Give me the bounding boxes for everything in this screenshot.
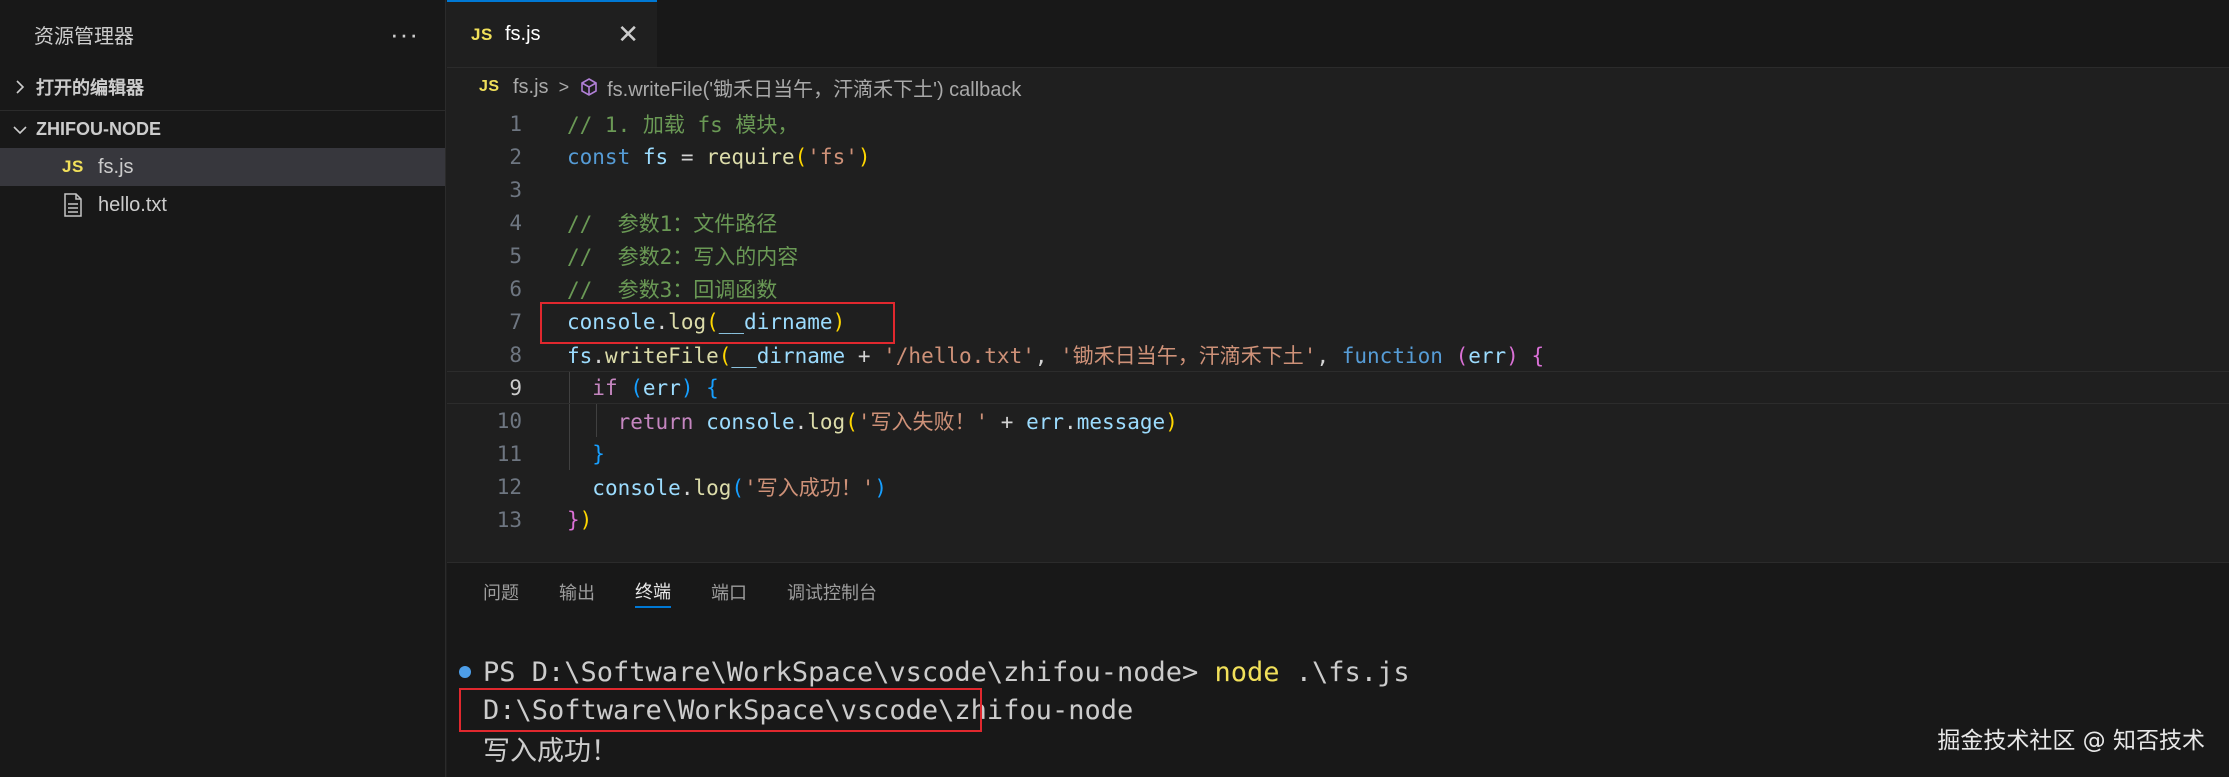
tab-terminal[interactable]: 终端: [635, 576, 671, 608]
code-line-10: 10 return console.log('写入失败！' + err.mess…: [447, 404, 2229, 437]
code-operator: =: [668, 144, 707, 169]
line-number: 2: [509, 144, 522, 169]
code-comment: // 参数1：文件路径: [567, 211, 778, 236]
file-name: fs.js: [98, 155, 134, 178]
explorer-header: 资源管理器 ···: [0, 0, 445, 68]
editor-area: JS fs.js ✕ JS fs.js > fs.writeFile('锄禾日当…: [447, 0, 2229, 562]
line-number: 8: [509, 342, 522, 367]
tab-ports[interactable]: 端口: [711, 576, 747, 608]
code-line-11: 11 }: [447, 437, 2229, 470]
file-name: hello.txt: [98, 193, 167, 216]
code-operator: +: [845, 343, 884, 368]
code-variable: err: [1026, 409, 1065, 434]
code-variable: __dirname: [731, 343, 846, 368]
tab-debug-console[interactable]: 调试控制台: [787, 576, 877, 608]
line-number: 6: [509, 276, 522, 301]
code-line-5: 5 // 参数2：写入的内容: [447, 239, 2229, 272]
code-line-13: 13 }): [447, 503, 2229, 536]
line-number: 4: [509, 210, 522, 235]
breadcrumb: JS fs.js > fs.writeFile('锄禾日当午，汗滴禾下土') c…: [447, 68, 2229, 106]
code-variable: err: [642, 375, 681, 400]
project-folder-section[interactable]: ZHIFOU-NODE: [0, 110, 445, 148]
terminal-command-line: PS D:\Software\WorkSpace\vscode\zhifou-n…: [447, 653, 1410, 691]
symbol-method-icon: [579, 77, 599, 97]
close-icon[interactable]: ✕: [617, 19, 639, 50]
code-property: message: [1076, 409, 1166, 434]
chevron-right-icon: >: [558, 76, 570, 97]
code-line-2: 2 const fs = require('fs'): [447, 140, 2229, 173]
code-variable: err: [1468, 343, 1507, 368]
line-number: 10: [496, 408, 522, 433]
line-number: 13: [496, 507, 522, 532]
file-item-fs-js[interactable]: JS fs.js: [0, 148, 445, 186]
project-folder-label: ZHIFOU-NODE: [36, 119, 161, 139]
js-file-icon: JS: [479, 78, 500, 95]
code-variable: console: [706, 409, 795, 434]
js-file-icon: JS: [471, 24, 493, 44]
explorer-sidebar: 资源管理器 ··· 打开的编辑器 ZHIFOU-NODE JS fs.js he…: [0, 0, 446, 777]
tab-problems[interactable]: 问题: [483, 576, 519, 608]
breadcrumb-file[interactable]: fs.js: [513, 76, 549, 99]
watermark: 掘金技术社区 @ 知否技术: [1937, 728, 2205, 754]
code-comment: // 参数2：写入的内容: [567, 244, 799, 269]
command-status-dot-icon: [459, 666, 471, 678]
tab-fs-js[interactable]: JS fs.js ✕: [447, 0, 657, 67]
terminal-command: node: [1214, 656, 1280, 688]
line-number: 1: [509, 111, 522, 136]
code-keyword: const: [567, 144, 631, 169]
panel-tab-bar: 问题 输出 终端 端口 调试控制台: [447, 563, 2229, 621]
code-editor[interactable]: 1 // 1. 加载 fs 模块， 2 const fs = require('…: [447, 107, 2229, 536]
code-line-1: 1 // 1. 加载 fs 模块，: [447, 107, 2229, 140]
open-editors-label: 打开的编辑器: [36, 78, 144, 98]
code-variable: fs: [642, 144, 669, 169]
code-line-6: 6 // 参数3：回调函数: [447, 272, 2229, 305]
editor-tab-bar: JS fs.js ✕: [447, 0, 2229, 68]
breadcrumb-symbol[interactable]: fs.writeFile('锄禾日当午，汗滴禾下土') callback: [607, 73, 1021, 102]
code-variable: fs: [567, 343, 593, 368]
highlight-box: [540, 302, 895, 344]
line-number: 3: [509, 177, 522, 202]
line-number: 12: [496, 474, 522, 499]
code-comment: // 参数3：回调函数: [567, 277, 778, 302]
line-number: 9: [509, 375, 522, 400]
highlight-box: [459, 688, 982, 732]
code-keyword: return: [617, 409, 694, 434]
code-string: 'fs': [807, 144, 858, 169]
code-function: writeFile: [604, 343, 719, 368]
explorer-title: 资源管理器: [34, 25, 134, 48]
terminal-prompt: PS D:\Software\WorkSpace\vscode\zhifou-n…: [483, 656, 1215, 688]
chevron-right-icon: [10, 77, 30, 97]
code-function: require: [706, 144, 795, 169]
terminal-output-line: 写入成功！: [447, 729, 1410, 767]
file-item-hello-txt[interactable]: hello.txt: [0, 186, 445, 224]
tab-output[interactable]: 输出: [559, 576, 595, 608]
code-line-9: 9 if (err) {: [447, 371, 2229, 404]
terminal-command-arg: .\fs.js: [1279, 656, 1410, 688]
code-string: '写入失败！': [857, 409, 989, 434]
line-number: 5: [509, 243, 522, 268]
code-string: '/hello.txt': [883, 343, 1035, 368]
terminal-output: 写入成功！: [483, 735, 618, 767]
bottom-panel: 问题 输出 终端 端口 调试控制台 PS D:\Software\WorkSpa…: [447, 562, 2229, 777]
chevron-down-icon: [10, 120, 30, 140]
text-file-icon: [62, 193, 98, 217]
code-variable: console: [592, 475, 681, 500]
code-operator: +: [988, 409, 1027, 434]
code-string: '锄禾日当午，汗滴禾下土': [1060, 343, 1317, 368]
js-file-icon: JS: [62, 157, 84, 176]
code-keyword: function: [1341, 343, 1443, 368]
tab-label: fs.js: [505, 23, 541, 45]
code-line-4: 4 // 参数1：文件路径: [447, 206, 2229, 239]
open-editors-section[interactable]: 打开的编辑器: [0, 68, 445, 106]
code-keyword: if: [592, 375, 618, 400]
line-number: 7: [509, 309, 522, 334]
code-comment: // 1. 加载 fs 模块，: [567, 112, 799, 137]
line-number: 11: [496, 441, 522, 466]
code-function: log: [693, 475, 732, 500]
code-string: '写入成功！': [744, 475, 875, 500]
more-actions-icon[interactable]: ···: [390, 19, 419, 50]
code-function: log: [807, 409, 846, 434]
code-line-3: 3: [447, 173, 2229, 206]
code-line-12: 12 console.log('写入成功！'): [447, 470, 2229, 503]
